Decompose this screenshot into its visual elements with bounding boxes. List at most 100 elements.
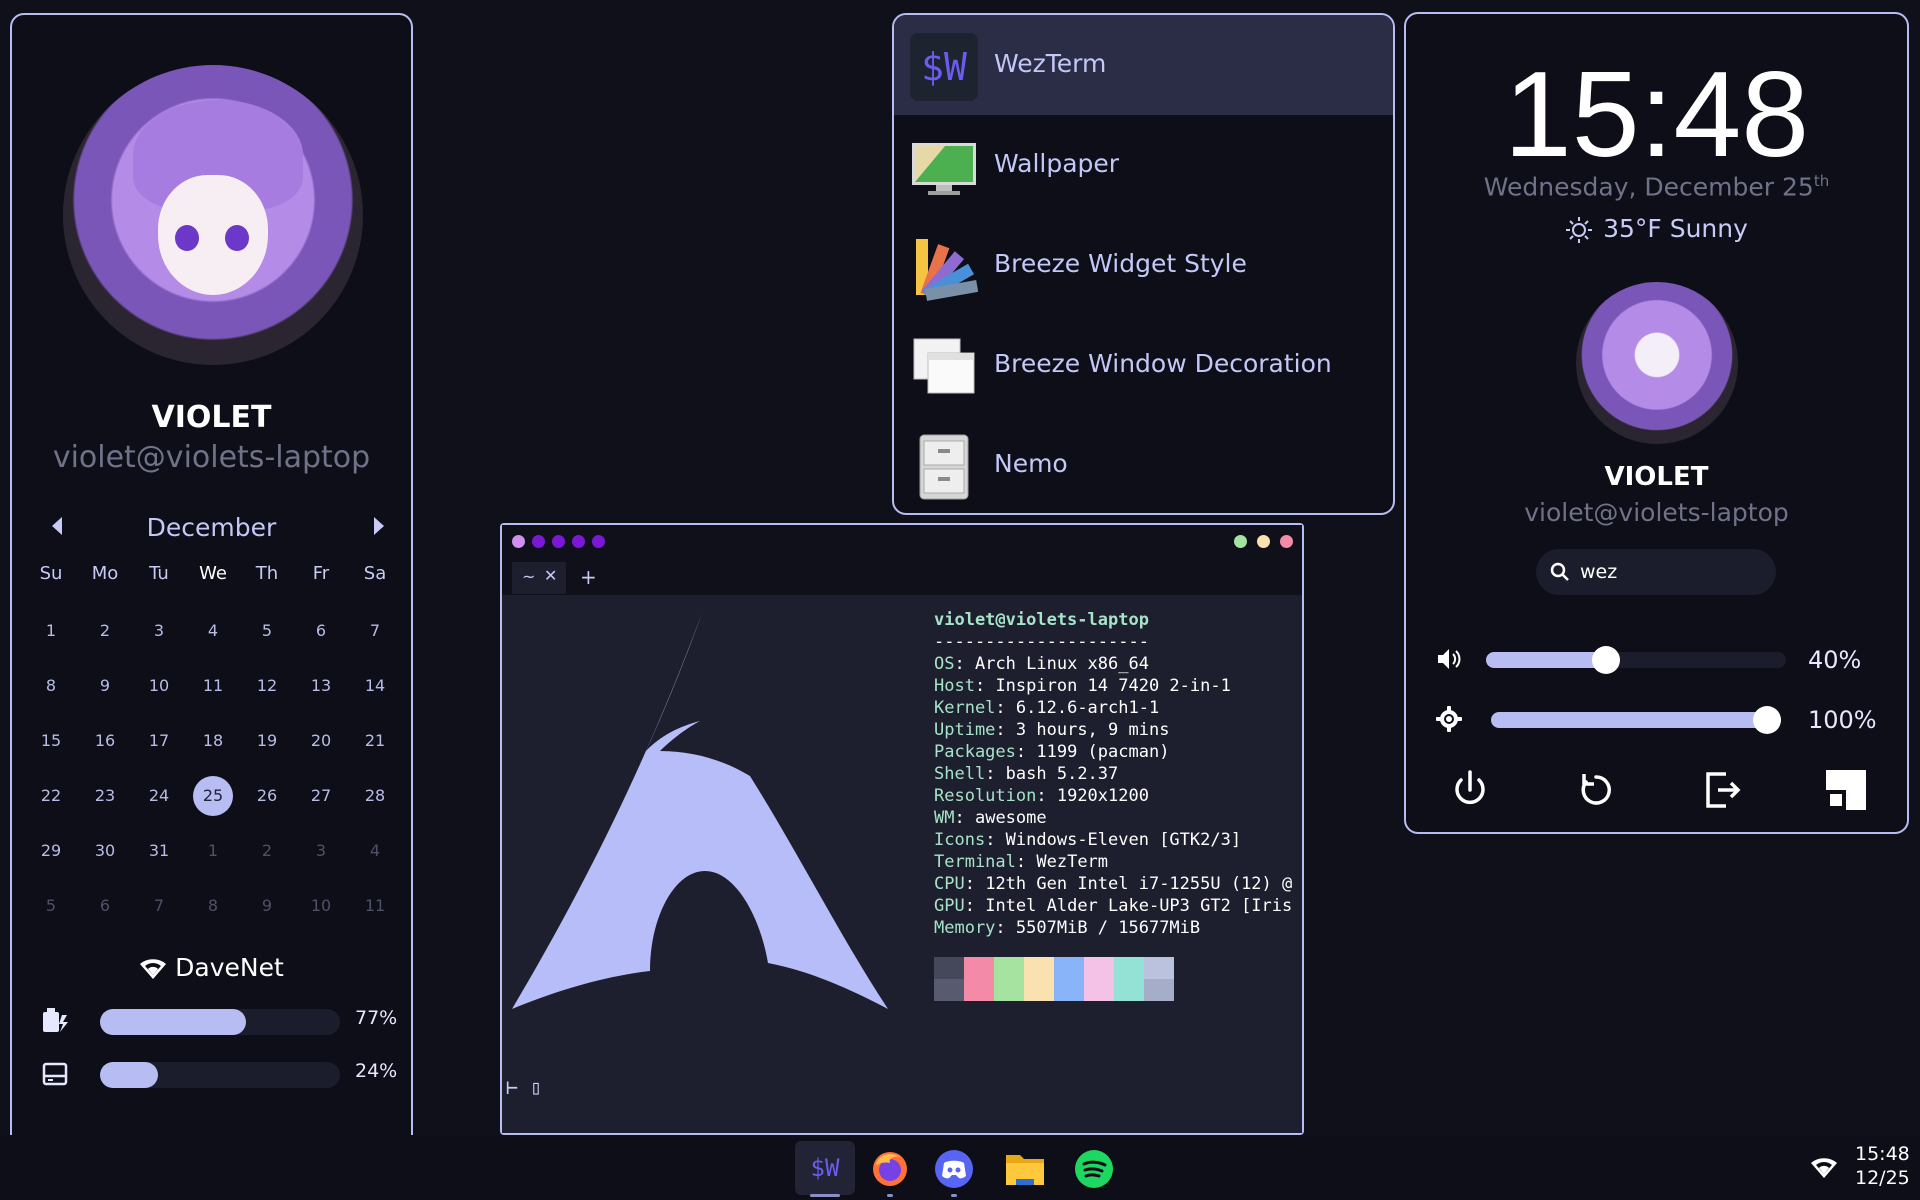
calendar-day[interactable]: 14 [348, 658, 402, 713]
neofetch-value: WezTerm [1036, 852, 1109, 872]
calendar-day[interactable]: 27 [294, 768, 348, 823]
wifi-icon [140, 959, 167, 979]
calendar-day[interactable]: 5 [240, 603, 294, 658]
close-button[interactable] [1280, 535, 1293, 548]
neofetch-value: Intel Alder Lake-UP3 GT2 [Iris [985, 896, 1293, 916]
calendar-day[interactable]: 7 [348, 603, 402, 658]
calendar-day-number: 4 [207, 621, 219, 640]
wifi-icon[interactable] [1810, 1157, 1838, 1179]
calendar-day[interactable]: 19 [240, 713, 294, 768]
discord-icon [935, 1150, 973, 1188]
weekday-label: Su [39, 563, 63, 584]
calendar-day[interactable]: 4 [348, 823, 402, 878]
weather-status: 35°F Sunny [1406, 214, 1907, 244]
calendar-day[interactable]: 9 [240, 878, 294, 933]
color-swatch [994, 957, 1024, 1001]
calendar-day[interactable]: 17 [132, 713, 186, 768]
calendar-day[interactable]: 9 [78, 658, 132, 713]
terminal-titlebar[interactable]: ~ ✕ + [502, 525, 1302, 595]
launcher-item-breeze-widget-style[interactable]: Breeze Widget Style [894, 215, 1393, 315]
launcher-item-nemo[interactable]: Nemo [894, 415, 1393, 513]
taskbar-app-files[interactable] [994, 1141, 1054, 1195]
calendar-day[interactable]: 28 [348, 768, 402, 823]
calendar-day[interactable]: 1 [24, 603, 78, 658]
network-status: DaveNet [12, 953, 411, 982]
calendar-day[interactable]: 11 [348, 878, 402, 933]
calendar-day[interactable]: 22 [24, 768, 78, 823]
calendar-day[interactable]: 16 [78, 713, 132, 768]
calendar-day[interactable]: 30 [78, 823, 132, 878]
taskbar-app-wezterm[interactable]: $W [795, 1141, 855, 1197]
calendar-day[interactable]: 3 [294, 823, 348, 878]
calendar-day[interactable]: 7 [132, 878, 186, 933]
neofetch-info: violet@violets-laptop ------------------… [934, 610, 1293, 938]
calendar-day[interactable]: 10 [294, 878, 348, 933]
launcher-item-wallpaper[interactable]: Wallpaper [894, 115, 1393, 215]
calendar-day[interactable]: 11 [186, 658, 240, 713]
search-input[interactable]: wez [1536, 549, 1776, 595]
calendar-day[interactable]: 10 [132, 658, 186, 713]
terminal-output[interactable]: violet@violets-laptop ------------------… [502, 595, 1302, 1133]
lock-screen-icon[interactable] [1822, 766, 1870, 814]
disk-meter: 24% [40, 1058, 400, 1088]
taskbar-app-discord[interactable] [924, 1141, 984, 1197]
taskbar-app-firefox[interactable] [860, 1141, 920, 1197]
taskbar-app-spotify[interactable] [1064, 1141, 1124, 1195]
volume-slider[interactable]: 40% [1436, 644, 1886, 674]
calendar-day-number: 3 [153, 621, 165, 640]
launcher-item-wezterm[interactable]: $W WezTerm [894, 15, 1393, 115]
logout-icon[interactable] [1698, 766, 1746, 814]
calendar-day[interactable]: 18 [186, 713, 240, 768]
calendar-day[interactable]: 3 [132, 603, 186, 658]
workspace-dot-icon[interactable] [572, 535, 585, 548]
restart-icon[interactable] [1572, 766, 1620, 814]
calendar-day[interactable]: 26 [240, 768, 294, 823]
calendar-day[interactable]: 2 [240, 823, 294, 878]
shell-prompt[interactable]: ⊢ ▯ [506, 1075, 542, 1099]
calendar-day[interactable]: 1 [186, 823, 240, 878]
calendar-day[interactable]: 20 [294, 713, 348, 768]
calendar-day[interactable]: 24 [132, 768, 186, 823]
terminal-window[interactable]: ~ ✕ + violet@violets-laptop ------------… [500, 523, 1304, 1135]
next-month-button[interactable] [374, 517, 384, 535]
workspace-dot-icon[interactable] [512, 535, 525, 548]
launcher-item-label: Nemo [994, 449, 1068, 478]
neofetch-value: Windows-Eleven [GTK2/3] [1005, 830, 1242, 850]
calendar-day[interactable]: 12 [240, 658, 294, 713]
calendar-day[interactable]: 6 [78, 878, 132, 933]
tray-clock[interactable]: 15:48 12/25 [1855, 1142, 1910, 1190]
minimize-button[interactable] [1257, 535, 1270, 548]
calendar-day[interactable]: 21 [348, 713, 402, 768]
calendar-day[interactable]: 4 [186, 603, 240, 658]
terminal-tab[interactable]: ~ ✕ [512, 562, 566, 594]
calendar-day-number: 2 [261, 841, 273, 860]
calendar-day[interactable]: 29 [24, 823, 78, 878]
workspace-dot-icon[interactable] [592, 535, 605, 548]
launcher-item-breeze-window-decoration[interactable]: Breeze Window Decoration [894, 315, 1393, 415]
calendar-day-today[interactable]: 25 [186, 768, 240, 823]
calendar-day-number: 7 [153, 896, 165, 915]
calendar-day[interactable]: 5 [24, 878, 78, 933]
new-tab-button[interactable]: + [580, 565, 597, 589]
profile-calendar-panel: VIOLET violet@violets-laptop December Su… [10, 13, 413, 1191]
close-tab-icon[interactable]: ✕ [544, 566, 557, 585]
calendar-day[interactable]: 8 [24, 658, 78, 713]
workspace-dot-icon[interactable] [532, 535, 545, 548]
weekday-label: We [199, 563, 227, 584]
volume-slider-handle[interactable] [1592, 646, 1620, 674]
calendar-day[interactable]: 8 [186, 878, 240, 933]
calendar-day[interactable]: 23 [78, 768, 132, 823]
power-icon[interactable] [1446, 766, 1494, 814]
calendar-day-number: 24 [148, 786, 170, 805]
workspace-dot-icon[interactable] [552, 535, 565, 548]
calendar-day[interactable]: 6 [294, 603, 348, 658]
color-swatch [964, 957, 994, 1001]
battery-level-bar [100, 1009, 246, 1035]
calendar-day[interactable]: 13 [294, 658, 348, 713]
brightness-slider-handle[interactable] [1753, 706, 1781, 734]
calendar-day[interactable]: 31 [132, 823, 186, 878]
brightness-slider[interactable]: 100% [1436, 704, 1886, 734]
calendar-day[interactable]: 2 [78, 603, 132, 658]
calendar-day[interactable]: 15 [24, 713, 78, 768]
maximize-button[interactable] [1234, 535, 1247, 548]
